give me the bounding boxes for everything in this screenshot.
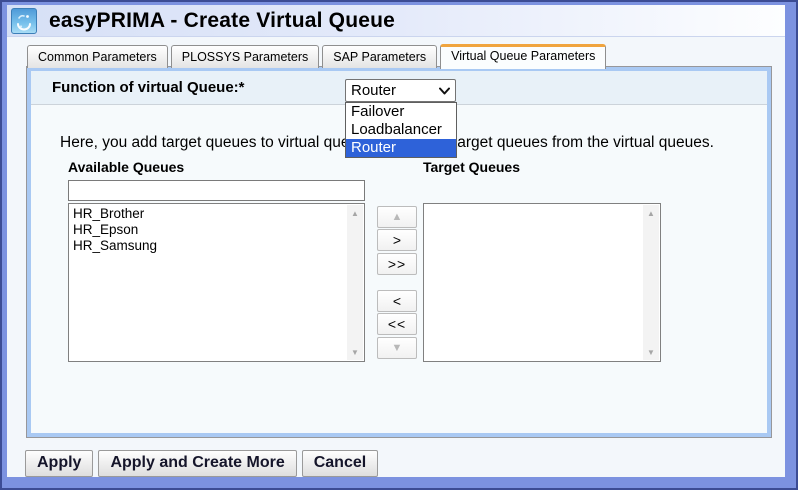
target-queues-items (424, 206, 642, 361)
available-queues-filter-input[interactable] (68, 180, 365, 201)
available-queues-label: Available Queues (68, 159, 185, 175)
cancel-button[interactable]: Cancel (301, 450, 379, 477)
tab-virtual-queue-parameters[interactable]: Virtual Queue Parameters (440, 44, 607, 69)
scroll-up-icon[interactable] (643, 205, 659, 221)
available-queues-scrollbar[interactable] (347, 205, 363, 360)
app-logo-icon (11, 7, 37, 34)
chevron-down-icon (439, 87, 450, 95)
tab-panel: Function of virtual Queue:* Here, you ad… (26, 66, 772, 438)
scroll-down-icon[interactable] (643, 344, 659, 360)
scroll-up-icon[interactable] (347, 205, 363, 221)
move-down-button[interactable]: ▼ (377, 337, 417, 359)
apply-button[interactable]: Apply (25, 450, 94, 477)
dropdown-option-router[interactable]: Router (346, 139, 456, 157)
dropdown-option-loadbalancer[interactable]: Loadbalancer (346, 121, 456, 139)
footer-button-bar: Apply Apply and Create More Cancel (25, 450, 785, 477)
target-queues-label: Target Queues (423, 159, 520, 175)
add-all-button[interactable]: >> (377, 253, 417, 275)
function-select-value: Router (351, 82, 397, 99)
tab-panel-content: Function of virtual Queue:* Here, you ad… (31, 71, 767, 433)
add-button[interactable]: > (377, 229, 417, 251)
page-title: easyPRIMA - Create Virtual Queue (49, 8, 396, 32)
list-item[interactable]: HR_Samsung (69, 238, 346, 254)
apply-and-create-more-button[interactable]: Apply and Create More (98, 450, 297, 477)
target-queues-scrollbar[interactable] (643, 205, 659, 360)
target-queues-listbox[interactable] (423, 203, 661, 362)
title-bar: easyPRIMA - Create Virtual Queue (7, 5, 785, 37)
dialog-window: easyPRIMA - Create Virtual Queue Common … (0, 0, 798, 490)
list-item[interactable]: HR_Brother (69, 206, 346, 222)
list-item[interactable]: HR_Epson (69, 222, 346, 238)
tab-strip: Common Parameters PLOSSYS Parameters SAP P… (7, 41, 785, 69)
tab-plossys-parameters[interactable]: PLOSSYS Parameters (170, 45, 320, 68)
scroll-down-icon[interactable] (347, 344, 363, 360)
dropdown-option-failover[interactable]: Failover (346, 103, 456, 121)
tab-common-parameters[interactable]: Common Parameters (27, 45, 168, 68)
dialog-body: easyPRIMA - Create Virtual Queue Common … (7, 5, 785, 477)
function-select[interactable]: Router (345, 79, 456, 102)
available-queues-listbox[interactable]: HR_Brother HR_Epson HR_Samsung (68, 203, 365, 362)
function-of-virtual-queue-label: Function of virtual Queue:* (52, 79, 245, 96)
tab-sap-parameters[interactable]: SAP Parameters (322, 45, 438, 68)
remove-all-button[interactable]: << (377, 313, 417, 335)
available-queues-items: HR_Brother HR_Epson HR_Samsung (69, 206, 346, 361)
remove-button[interactable]: < (377, 290, 417, 312)
function-select-dropdown: Failover Loadbalancer Router (345, 102, 457, 158)
move-up-button[interactable]: ▲ (377, 206, 417, 228)
